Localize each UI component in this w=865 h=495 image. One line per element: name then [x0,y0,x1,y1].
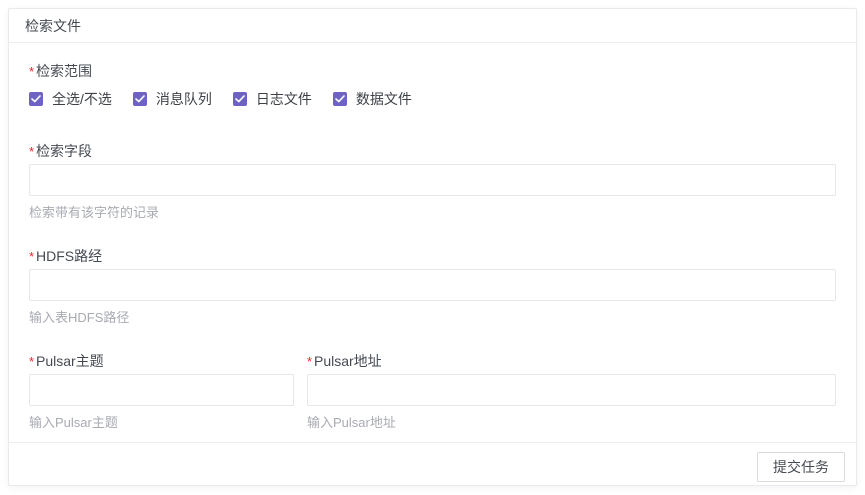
panel-header: 检索文件 [9,9,856,43]
required-asterisk: * [29,247,34,267]
form-item-hdfs-path: *HDFS路经 输入表HDFS路径 [29,246,836,327]
pulsar-topic-label: *Pulsar主题 [29,351,294,371]
pulsar-topic-input[interactable] [29,374,294,406]
checkbox-label: 消息队列 [156,89,212,109]
required-asterisk: * [307,352,312,372]
pulsar-row: *Pulsar主题 输入Pulsar主题 *Pulsar地址 输入Pulsar地… [29,351,836,432]
checkbox-log-files[interactable]: 日志文件 [233,89,312,109]
form-item-pulsar-topic: *Pulsar主题 输入Pulsar主题 [29,351,294,432]
search-field-hint: 检索带有该字符的记录 [29,204,836,222]
search-field-input[interactable] [29,164,836,196]
checkbox-label: 全选/不选 [52,89,112,109]
checkbox-checked-icon [29,92,43,106]
panel-title: 检索文件 [25,16,81,36]
checkbox-data-files[interactable]: 数据文件 [333,89,412,109]
hdfs-path-label: *HDFS路经 [29,246,836,266]
pulsar-address-input[interactable] [307,374,836,406]
search-files-panel: 检索文件 *检索范围 全选/不选 消息队列 [8,8,857,486]
form-item-pulsar-address: *Pulsar地址 输入Pulsar地址 [307,351,836,432]
hdfs-path-input[interactable] [29,269,836,301]
panel-body: *检索范围 全选/不选 消息队列 [9,43,856,442]
form-item-search-scope: *检索范围 全选/不选 消息队列 [29,61,836,109]
hdfs-path-hint: 输入表HDFS路径 [29,309,836,327]
search-field-label: *检索字段 [29,141,836,161]
required-asterisk: * [29,142,34,162]
search-scope-label: *检索范围 [29,61,836,81]
required-asterisk: * [29,352,34,372]
pulsar-address-hint: 输入Pulsar地址 [307,414,836,432]
required-asterisk: * [29,62,34,82]
pulsar-topic-hint: 输入Pulsar主题 [29,414,294,432]
form-item-search-field: *检索字段 检索带有该字符的记录 [29,141,836,222]
search-scope-checkbox-group: 全选/不选 消息队列 日志文件 [29,89,836,109]
pulsar-address-label: *Pulsar地址 [307,351,836,371]
checkbox-select-all[interactable]: 全选/不选 [29,89,112,109]
checkbox-label: 数据文件 [356,89,412,109]
checkbox-label: 日志文件 [256,89,312,109]
submit-task-button[interactable]: 提交任务 [757,452,845,482]
checkbox-checked-icon [133,92,147,106]
checkbox-checked-icon [233,92,247,106]
checkbox-checked-icon [333,92,347,106]
checkbox-message-queue[interactable]: 消息队列 [133,89,212,109]
panel-footer: 提交任务 [9,442,856,491]
